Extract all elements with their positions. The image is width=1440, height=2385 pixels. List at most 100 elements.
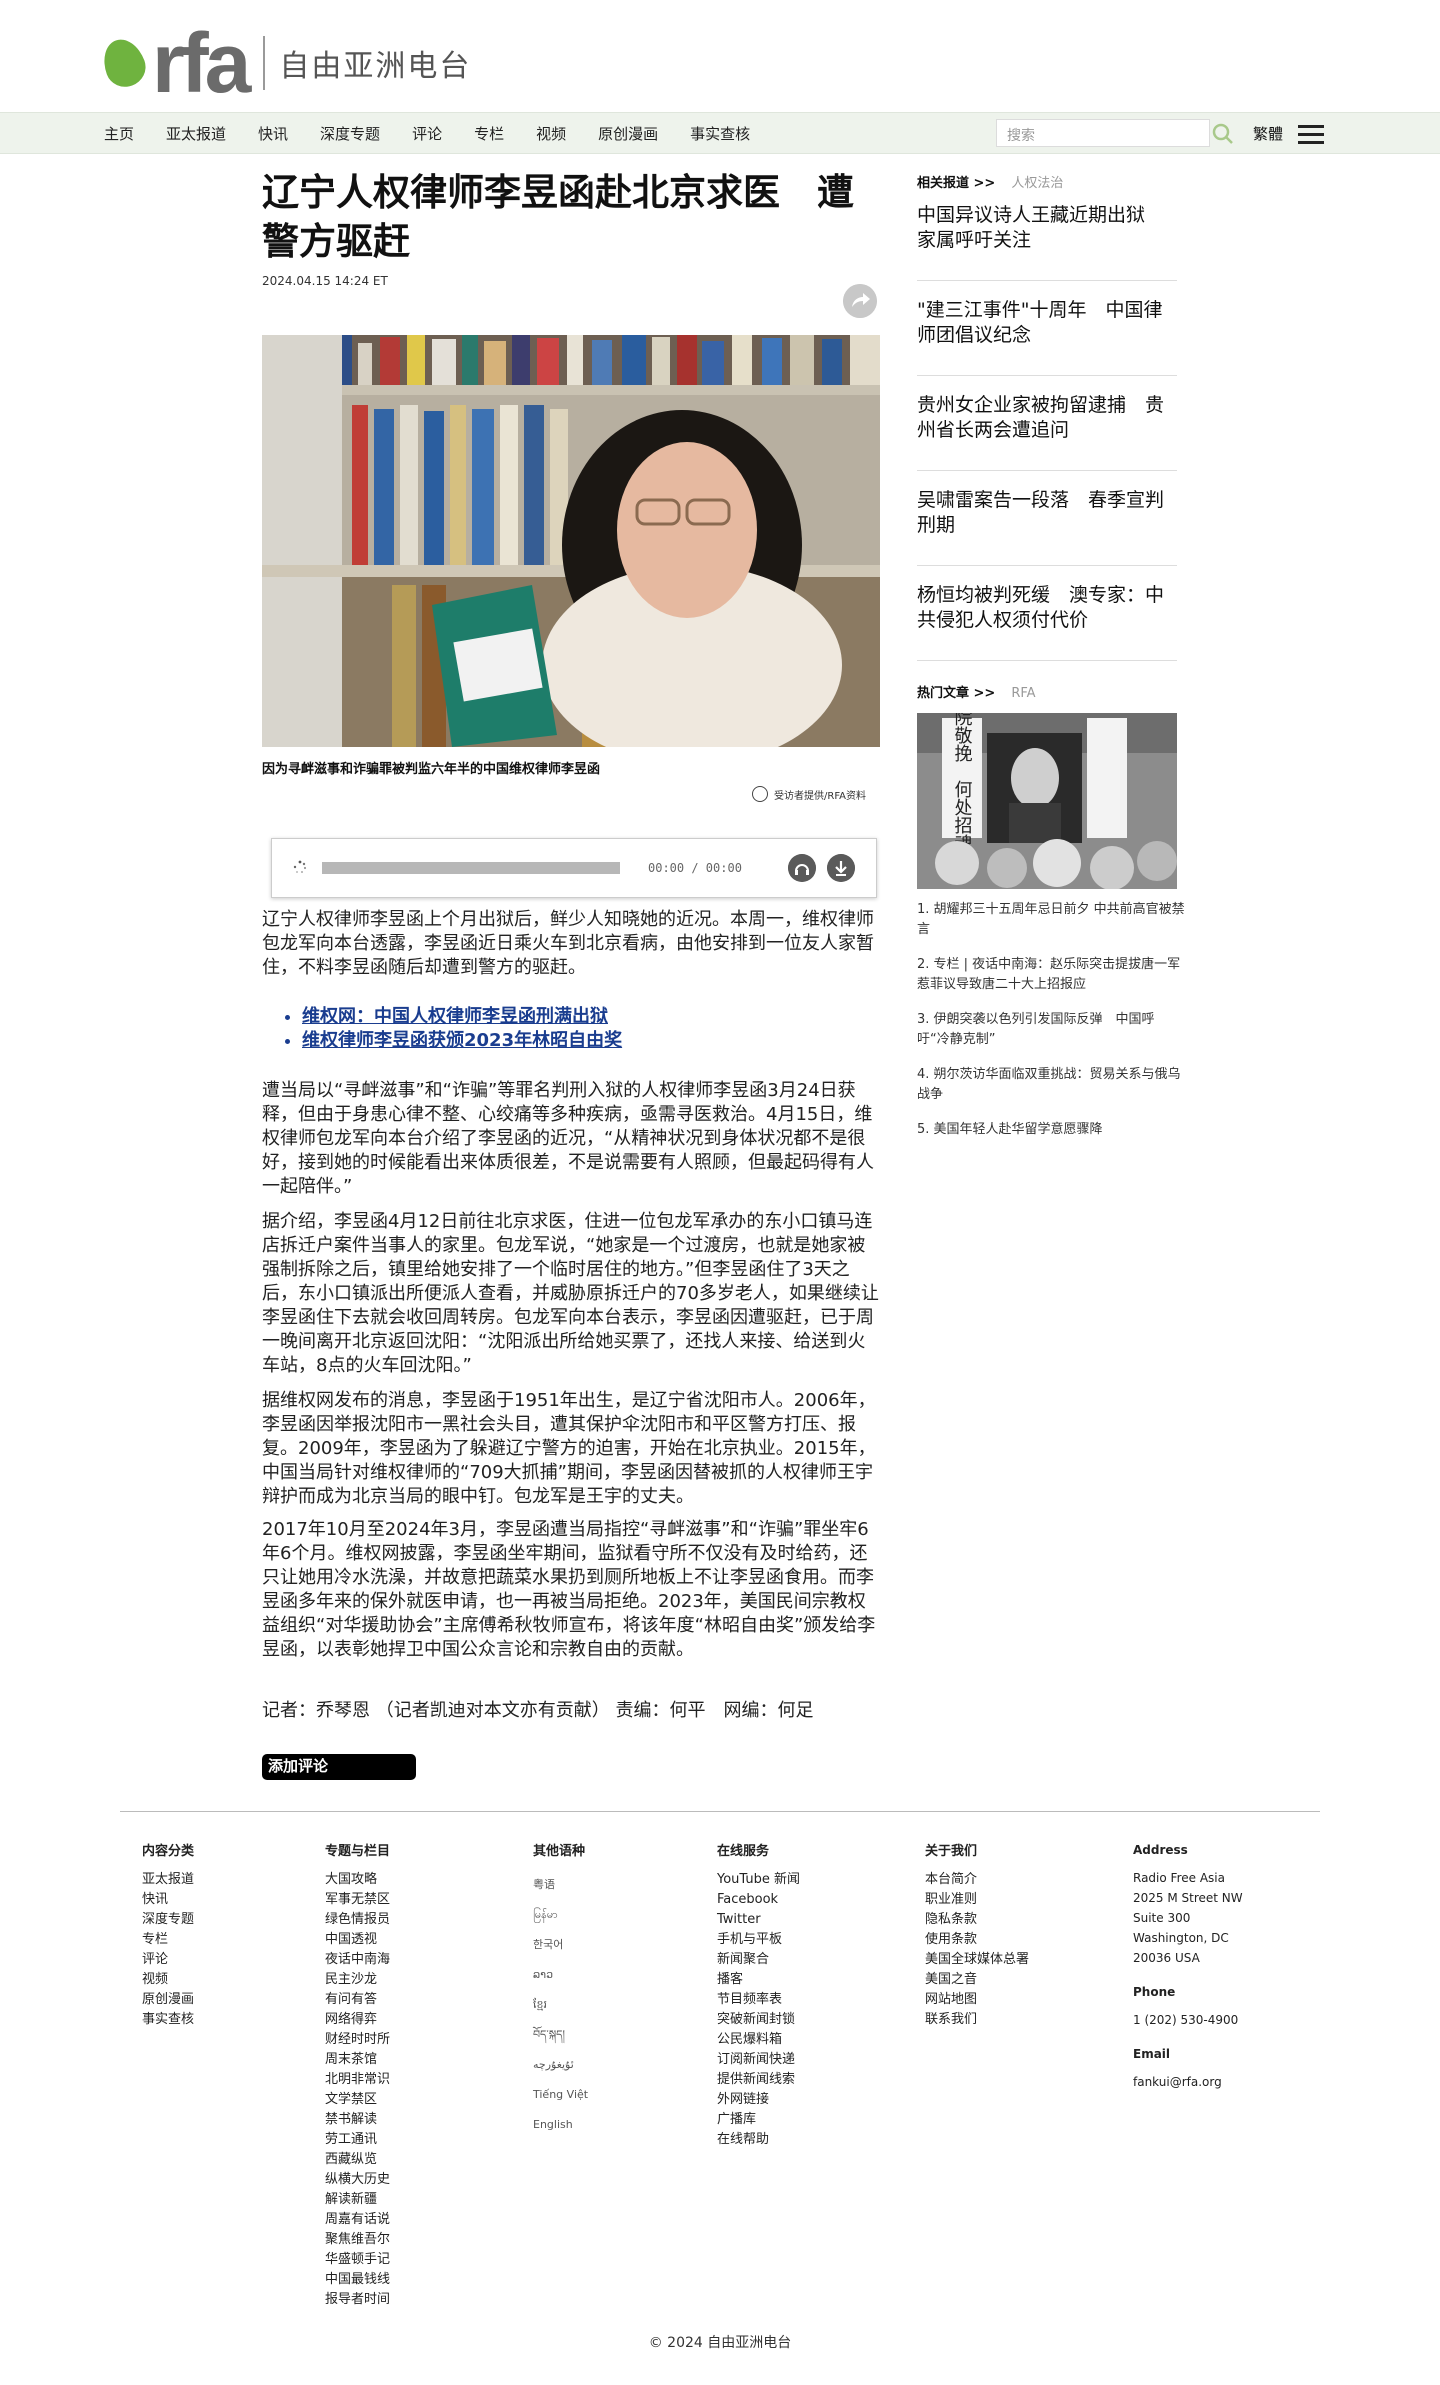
nav-item[interactable]: 快讯 — [258, 123, 288, 144]
footer-link[interactable]: 原创漫画 — [142, 1990, 194, 2010]
footer-link[interactable]: 西藏纵览 — [325, 2150, 390, 2170]
language-link[interactable]: မြန်မာ — [533, 1900, 588, 1930]
nav-item[interactable]: 原创漫画 — [598, 123, 658, 144]
related-report-item[interactable]: 杨恒均被判死缓 澳专家：中共侵犯人权须付代价 — [917, 566, 1177, 661]
nav-item[interactable]: 视频 — [536, 123, 566, 144]
footer-col-heading: 其他语种 — [533, 1844, 586, 1859]
footer-link[interactable]: 事实查核 — [142, 2010, 194, 2030]
hot-articles-tag[interactable]: RFA — [1011, 686, 1035, 701]
footer-link[interactable]: 播客 — [717, 1970, 800, 1990]
language-link[interactable]: 한국어 — [533, 1930, 588, 1960]
footer-link[interactable]: YouTube 新闻 — [717, 1870, 800, 1890]
footer-link[interactable]: 军事无禁区 — [325, 1890, 390, 1910]
language-link[interactable]: ລາວ — [533, 1960, 588, 1990]
nav-item[interactable]: 事实查核 — [690, 123, 750, 144]
audio-progress-bar[interactable] — [322, 862, 620, 874]
footer-link[interactable]: 公民爆料箱 — [717, 2030, 800, 2050]
hamburger-menu-icon[interactable] — [1298, 125, 1324, 145]
podcast-icon[interactable] — [788, 854, 816, 882]
language-link[interactable]: ئۇيغۇرچە — [533, 2050, 588, 2080]
footer-link[interactable]: 民主沙龙 — [325, 1970, 390, 1990]
related-report-item[interactable]: 吴啸雷案告一段落 春季宣判刑期 — [917, 471, 1177, 566]
zoom-icon[interactable] — [752, 786, 768, 802]
footer-link[interactable]: 网络得弈 — [325, 2010, 390, 2030]
footer-link[interactable]: 使用条款 — [925, 1930, 1029, 1950]
footer-link[interactable]: 评论 — [142, 1950, 194, 1970]
footer-link[interactable]: 深度专题 — [142, 1910, 194, 1930]
nav-item[interactable]: 亚太报道 — [166, 123, 226, 144]
footer-link[interactable]: 隐私条款 — [925, 1910, 1029, 1930]
footer-link[interactable]: 财经时时所 — [325, 2030, 390, 2050]
footer-link[interactable]: 报导者时间 — [325, 2290, 390, 2310]
footer-link[interactable]: 夜话中南海 — [325, 1950, 390, 1970]
search-icon[interactable] — [1210, 121, 1236, 147]
rfa-logo[interactable]: rfa 自由亚洲电台 — [96, 21, 471, 105]
traditional-chinese-toggle[interactable]: 繁體 — [1253, 123, 1283, 144]
related-link[interactable]: 维权律师李昱函获颁2023年林昭自由奖 — [302, 1029, 622, 1053]
footer-link[interactable]: 手机与平板 — [717, 1930, 800, 1950]
download-icon[interactable] — [827, 854, 855, 882]
language-link[interactable]: Tiếng Việt — [533, 2080, 588, 2110]
hot-article-item[interactable]: 2. 专栏 | 夜话中南海：赵乐际突击提拔唐一军惹菲议导致唐二十大上招报应 — [917, 955, 1187, 995]
footer-link[interactable]: 文学禁区 — [325, 2090, 390, 2110]
footer-link[interactable]: 解读新疆 — [325, 2190, 390, 2210]
footer-link[interactable]: 劳工通讯 — [325, 2130, 390, 2150]
language-link[interactable]: English — [533, 2110, 588, 2140]
footer-link[interactable]: 亚太报道 — [142, 1870, 194, 1890]
nav-item[interactable]: 专栏 — [474, 123, 504, 144]
hot-article-image[interactable]: 中央美院敬挽 何处招魂 — [917, 713, 1177, 889]
add-comment-button[interactable]: 添加评论 — [262, 1754, 416, 1780]
footer-link[interactable]: 大国攻略 — [325, 1870, 390, 1890]
footer-link[interactable]: Twitter — [717, 1910, 800, 1930]
footer-link[interactable]: 在线帮助 — [717, 2130, 800, 2150]
footer-link[interactable]: 突破新闻封锁 — [717, 2010, 800, 2030]
footer-link[interactable]: 本台简介 — [925, 1870, 1029, 1890]
footer-link[interactable]: 节目频率表 — [717, 1990, 800, 2010]
hot-articles-label[interactable]: 热门文章 >> — [917, 686, 995, 701]
footer-link[interactable]: 专栏 — [142, 1930, 194, 1950]
footer-link[interactable]: 美国全球媒体总署 — [925, 1950, 1029, 1970]
footer-link[interactable]: 广播库 — [717, 2110, 800, 2130]
footer-link[interactable]: 视频 — [142, 1970, 194, 1990]
footer-link[interactable]: 北明非常识 — [325, 2070, 390, 2090]
footer-link[interactable]: 禁书解读 — [325, 2110, 390, 2130]
phone-number[interactable]: 1 (202) 530-4900 — [1133, 2010, 1243, 2030]
email-address[interactable]: fankui@rfa.org — [1133, 2072, 1243, 2092]
language-link[interactable]: བོད་སྐད། — [533, 2020, 588, 2050]
footer-link[interactable]: 提供新闻线索 — [717, 2070, 800, 2090]
share-icon[interactable] — [843, 284, 877, 318]
footer-link[interactable]: 网站地图 — [925, 1990, 1029, 2010]
nav-item[interactable]: 主页 — [104, 123, 134, 144]
footer-link[interactable]: 订阅新闻快递 — [717, 2050, 800, 2070]
hot-article-item[interactable]: 1. 胡耀邦三十五周年忌日前夕 中共前高官被禁言 — [917, 900, 1187, 940]
footer-link[interactable]: 美国之音 — [925, 1970, 1029, 1990]
related-report-item[interactable]: 中国异议诗人王藏近期出狱 家属呼吁关注 — [917, 186, 1177, 281]
nav-item[interactable]: 评论 — [412, 123, 442, 144]
footer-link[interactable]: 周嘉有话说 — [325, 2210, 390, 2230]
language-link[interactable]: ខ្មែរ — [533, 1990, 588, 2020]
footer-link[interactable]: 聚焦维吾尔 — [325, 2230, 390, 2250]
footer-link[interactable]: 中国透视 — [325, 1930, 390, 1950]
footer-link[interactable]: 周末茶馆 — [325, 2050, 390, 2070]
footer-link[interactable]: 快讯 — [142, 1890, 194, 1910]
hot-article-item[interactable]: 5. 美国年轻人赴华留学意愿骤降 — [917, 1120, 1187, 1140]
nav-item[interactable]: 深度专题 — [320, 123, 380, 144]
footer-link[interactable]: 联系我们 — [925, 2010, 1029, 2030]
footer-link[interactable]: 纵横大历史 — [325, 2170, 390, 2190]
language-link[interactable]: 粤语 — [533, 1870, 588, 1900]
footer-link[interactable]: 有问有答 — [325, 1990, 390, 2010]
footer-link[interactable]: 绿色情报员 — [325, 1910, 390, 1930]
footer-link[interactable]: 职业准则 — [925, 1890, 1029, 1910]
footer-link[interactable]: 外网链接 — [717, 2090, 800, 2110]
footer-link[interactable]: Facebook — [717, 1890, 800, 1910]
footer-link[interactable]: 新闻聚合 — [717, 1950, 800, 1970]
hot-article-item[interactable]: 3. 伊朗突袭以色列引发国际反弹 中国呼吁“冷静克制” — [917, 1010, 1187, 1050]
related-link[interactable]: 维权网：中国人权律师李昱函刑满出狱 — [302, 1005, 622, 1029]
footer-link[interactable]: 华盛顿手记 — [325, 2250, 390, 2270]
related-report-item[interactable]: "建三江事件"十周年 中国律师团倡议纪念 — [917, 281, 1177, 376]
related-report-item[interactable]: 贵州女企业家被拘留逮捕 贵州省长两会遭追问 — [917, 376, 1177, 471]
footer-col-heading: 内容分类 — [142, 1844, 195, 1859]
search-input[interactable]: 搜索 — [996, 119, 1210, 147]
hot-article-item[interactable]: 4. 朔尔茨访华面临双重挑战：贸易关系与俄乌战争 — [917, 1065, 1187, 1105]
footer-link[interactable]: 中国最钱线 — [325, 2270, 390, 2290]
